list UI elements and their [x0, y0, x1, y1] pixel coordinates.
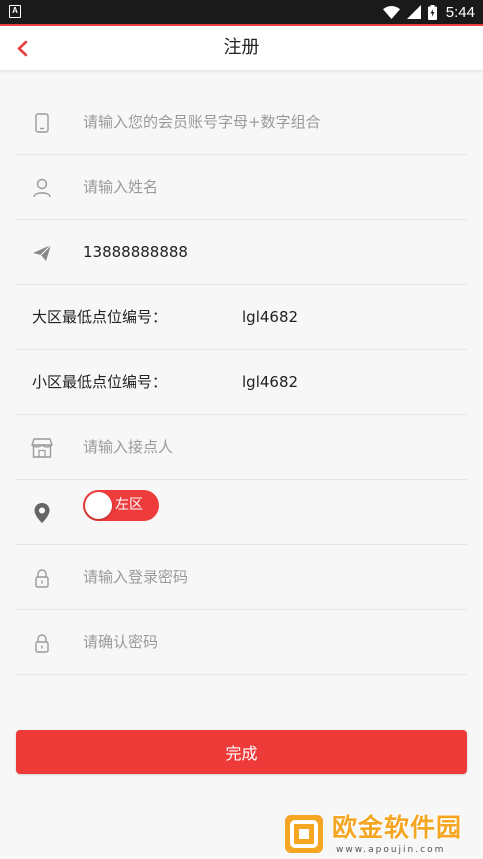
account-input[interactable]: [83, 90, 453, 154]
lock-icon: [31, 567, 53, 589]
name-row: [16, 155, 467, 220]
register-form: 大区最低点位编号： lgl4682 小区最低点位编号： lgl4682 左区: [16, 90, 467, 675]
small-zone-label: 小区最低点位编号：: [32, 373, 168, 391]
confirm-password-row: [16, 610, 467, 675]
zone-toggle-label: 左区: [115, 497, 143, 513]
contact-input[interactable]: [83, 415, 453, 479]
app-notification-icon: A: [9, 5, 21, 18]
signal-icon: [406, 5, 421, 19]
status-bar: A 5:44: [0, 0, 483, 24]
big-zone-row: 大区最低点位编号： lgl4682: [16, 285, 467, 350]
big-zone-value: lgl4682: [242, 308, 299, 326]
watermark-text: 欧金软件园: [332, 813, 463, 842]
user-icon: [31, 177, 53, 199]
send-icon: [31, 242, 53, 264]
phone-input[interactable]: [83, 220, 453, 284]
big-zone-label: 大区最低点位编号：: [32, 308, 168, 326]
lock-icon: [31, 632, 53, 654]
confirm-password-input[interactable]: [83, 610, 453, 674]
page-title: 注册: [223, 37, 260, 58]
zone-toggle-row: 左区: [16, 480, 467, 545]
submit-button[interactable]: 完成: [16, 730, 467, 774]
app-header: 注册: [0, 24, 483, 70]
phone-row: [16, 220, 467, 285]
password-row: [16, 545, 467, 610]
zone-toggle[interactable]: 左区: [83, 490, 159, 521]
name-input[interactable]: [83, 155, 453, 219]
status-bar-right: 5:44: [382, 0, 475, 24]
account-row: [16, 90, 467, 155]
store-icon: [31, 437, 53, 459]
battery-icon: [427, 4, 437, 20]
password-input[interactable]: [83, 545, 453, 609]
watermark-url: www.apoujin.com: [336, 845, 446, 855]
location-icon: [31, 502, 53, 524]
small-zone-row: 小区最低点位编号： lgl4682: [16, 350, 467, 415]
status-time: 5:44: [445, 3, 475, 21]
watermark-logo-icon: [285, 815, 323, 853]
wifi-icon: [382, 5, 400, 19]
phone-icon: [31, 112, 53, 134]
toggle-knob: [85, 492, 112, 519]
watermark: 欧金软件园 www.apoujin.com: [284, 812, 480, 858]
small-zone-value: lgl4682: [242, 373, 299, 391]
contact-row: [16, 415, 467, 480]
